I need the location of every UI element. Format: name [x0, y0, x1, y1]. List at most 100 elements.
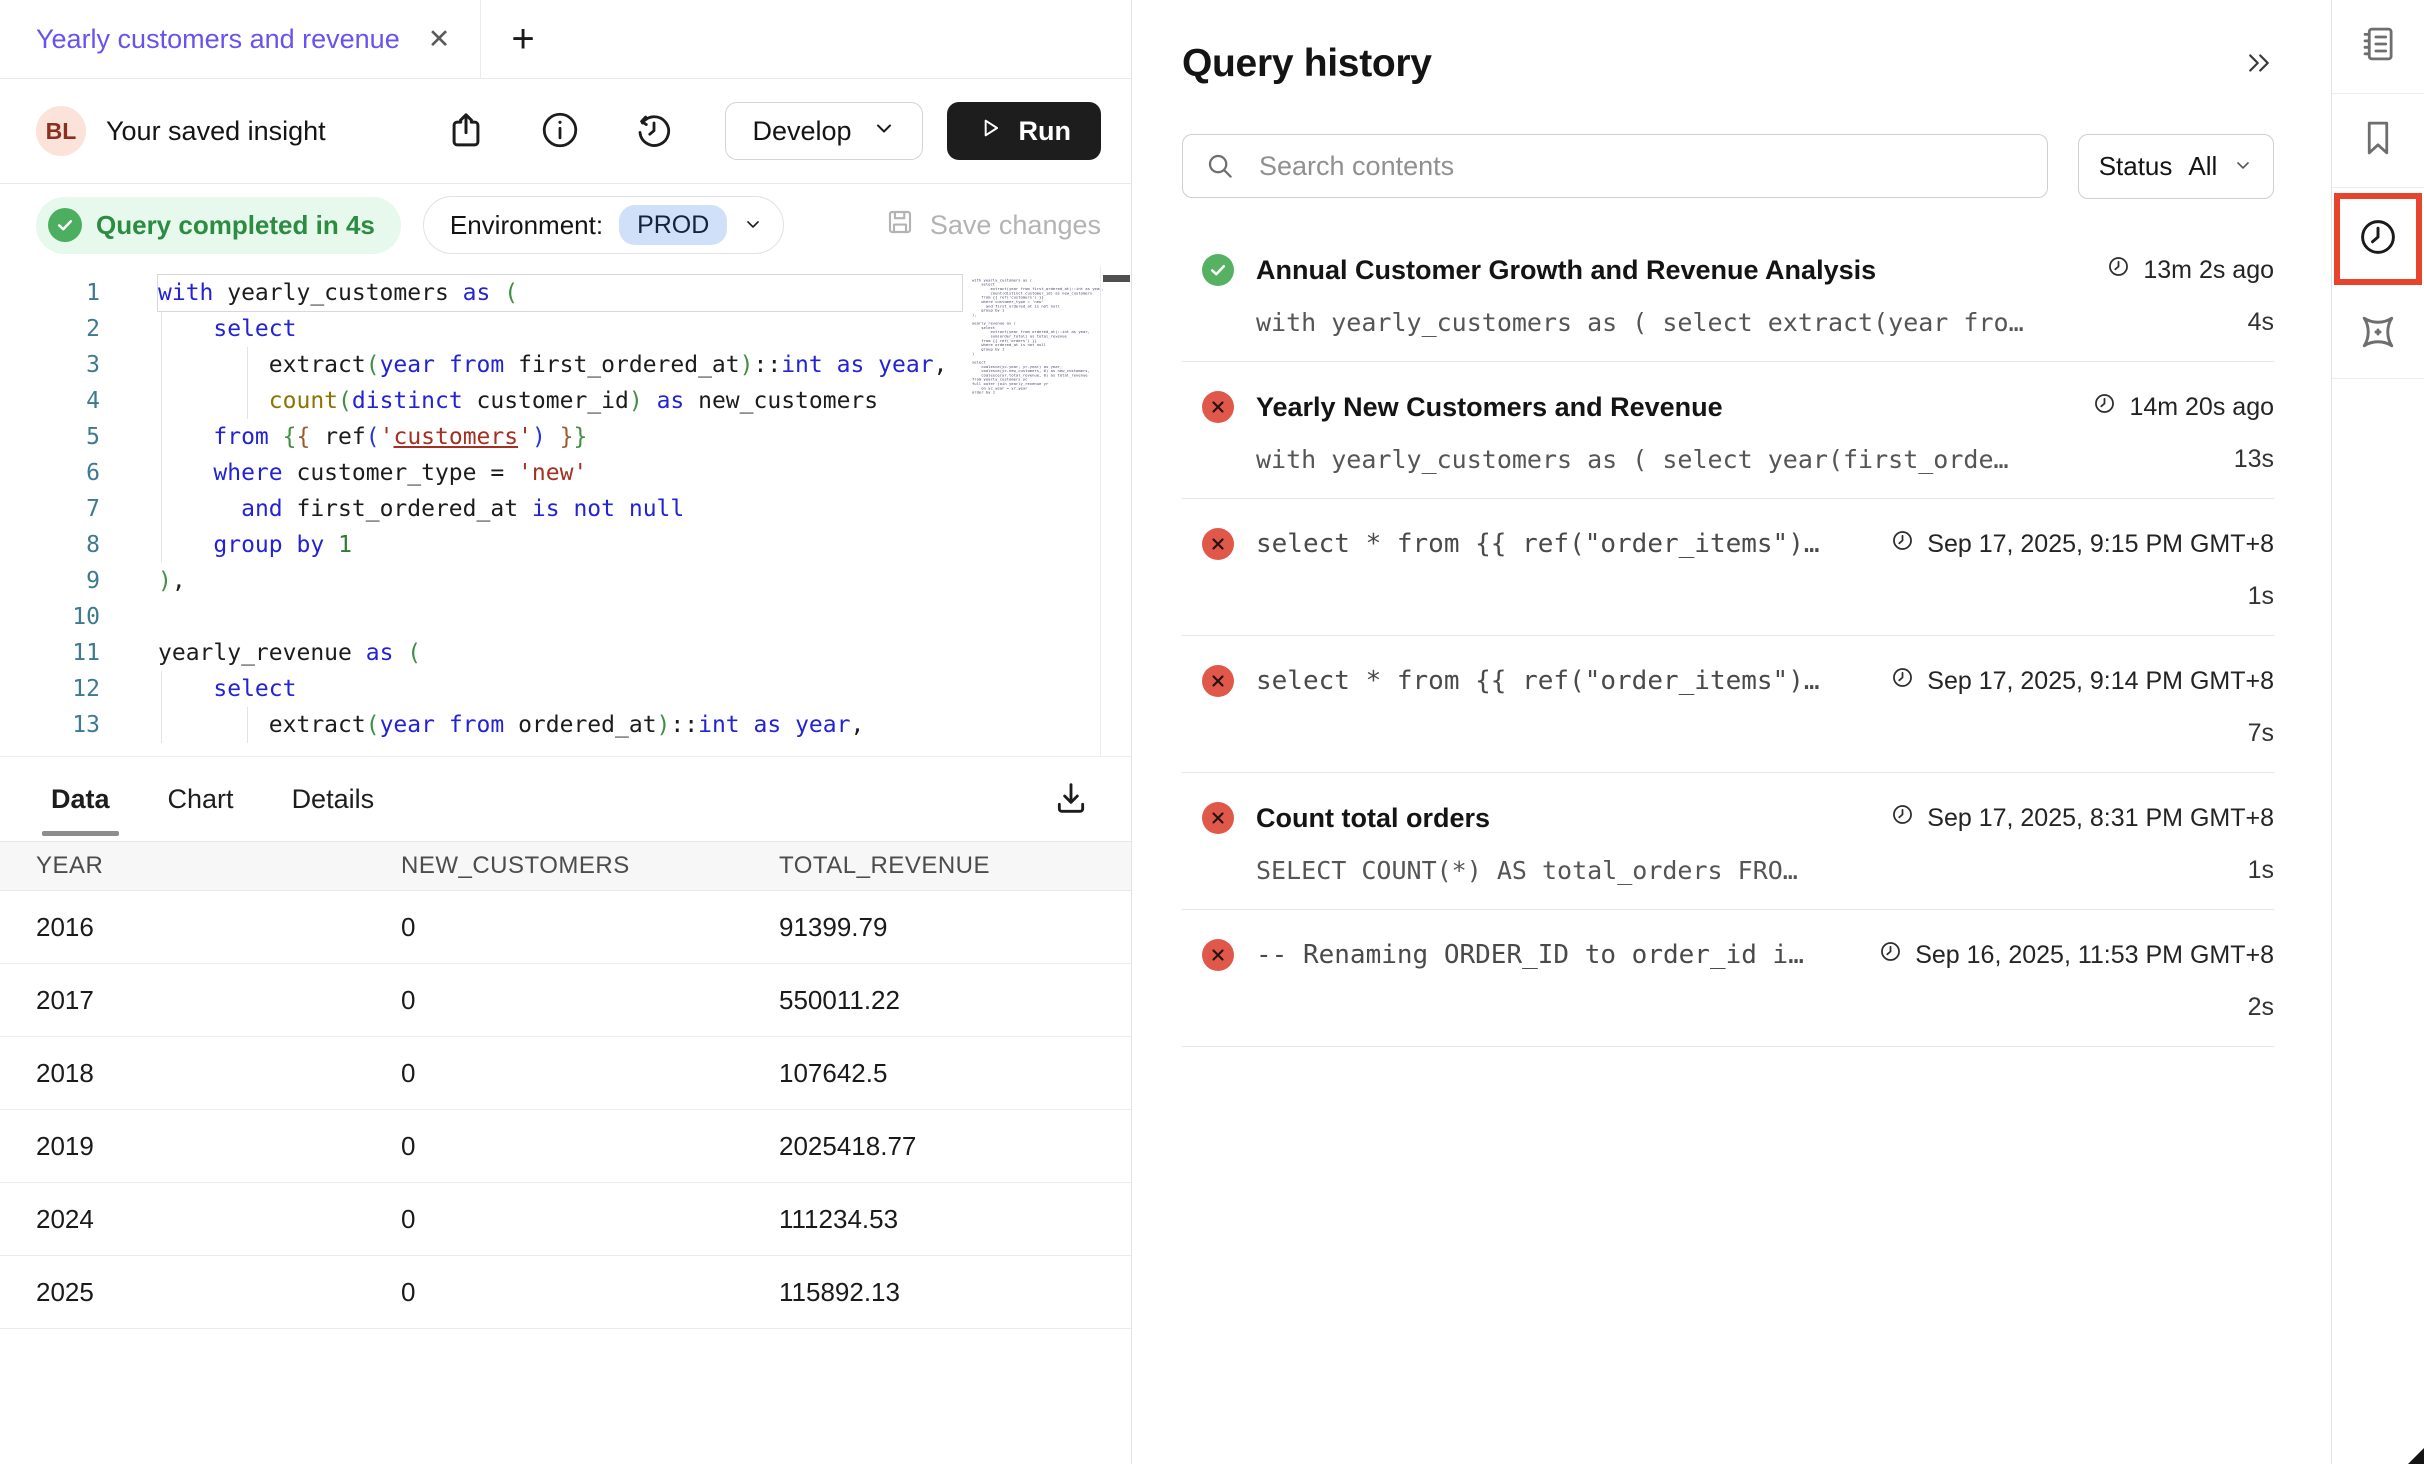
column-header: TOTAL_REVENUE — [778, 842, 1131, 891]
history-controls: Status All — [1182, 134, 2274, 199]
clock-icon — [1878, 939, 1903, 971]
history-item-duration: 2s — [2248, 993, 2274, 1022]
table-cell: 111234.53 — [778, 1183, 1131, 1256]
chevron-down-icon — [872, 116, 896, 147]
history-item[interactable]: select * from {{ ref("order_items")…Sep … — [1182, 499, 2274, 636]
history-item-timestamp: Sep 17, 2025, 9:14 PM GMT+8 — [1890, 665, 2274, 697]
history-item[interactable]: Yearly New Customers and Revenue 14m 20s … — [1182, 362, 2274, 499]
table-row: 201902025418.77 — [0, 1110, 1131, 1183]
table-row: 20180107642.5 — [0, 1037, 1131, 1110]
code-line: group by 1 — [158, 527, 962, 563]
tab-details[interactable]: Details — [292, 784, 375, 815]
history-item-title: Yearly New Customers and Revenue — [1256, 392, 1723, 423]
rail-item-bookmarks[interactable] — [2332, 94, 2424, 188]
download-icon — [1051, 806, 1091, 821]
rail-item-query-history[interactable] — [2332, 188, 2424, 290]
history-item-timestamp: 14m 20s ago — [2092, 391, 2274, 423]
line-number: 5 — [0, 419, 100, 455]
line-number: 4 — [0, 383, 100, 419]
sql-editor[interactable]: 12345678910111213 with yearly_customers … — [0, 266, 1131, 757]
line-number: 2 — [0, 311, 100, 347]
tab-chart[interactable]: Chart — [168, 784, 234, 815]
history-item-timestamp: Sep 16, 2025, 11:53 PM GMT+8 — [1878, 939, 2274, 971]
save-changes-button[interactable]: Save changes — [884, 206, 1101, 245]
editor-minimap[interactable]: with yearly_customers as ( select extrac… — [972, 278, 1102, 739]
environment-value-chip: PROD — [619, 205, 727, 245]
table-cell: 0 — [400, 1110, 778, 1183]
tab-divider — [480, 0, 481, 78]
info-button[interactable] — [537, 108, 583, 154]
status-success-icon — [1202, 254, 1234, 286]
search-input[interactable] — [1183, 135, 2047, 197]
history-item-title: select * from {{ ref("order_items")… — [1256, 529, 1820, 559]
new-tab-button[interactable]: + — [493, 0, 552, 78]
code-line — [158, 599, 962, 635]
code-line: extract(year from first_ordered_at)::int… — [158, 347, 962, 383]
share-button[interactable] — [443, 108, 489, 154]
collapse-panel-button[interactable] — [2244, 48, 2274, 81]
table-cell: 0 — [400, 891, 778, 964]
close-tab-icon[interactable]: ✕ — [428, 26, 451, 53]
table-cell: 0 — [400, 1256, 778, 1329]
query-history-list: Annual Customer Growth and Revenue Analy… — [1182, 225, 2274, 1047]
code-line: where customer_type = 'new' — [158, 455, 962, 491]
query-status-bar: Query completed in 4s Environment: PROD … — [0, 184, 1131, 266]
history-item-title: -- Renaming ORDER_ID to order_id i… — [1256, 940, 1804, 970]
info-icon — [539, 109, 581, 154]
download-results-button[interactable] — [1051, 778, 1091, 821]
line-number: 7 — [0, 491, 100, 527]
results-table: YEARNEW_CUSTOMERSTOTAL_REVENUE 201609139… — [0, 841, 1131, 1329]
history-item[interactable]: -- Renaming ORDER_ID to order_id i… Sep 1… — [1182, 910, 2274, 1047]
table-cell: 2025418.77 — [778, 1110, 1131, 1183]
resize-corner — [2408, 1448, 2424, 1464]
chevron-down-icon — [2233, 151, 2253, 182]
code-line: count(distinct customer_id) as new_custo… — [158, 383, 962, 419]
table-cell: 2024 — [0, 1183, 400, 1256]
history-item[interactable]: Annual Customer Growth and Revenue Analy… — [1182, 225, 2274, 362]
history-item[interactable]: Count total ordersSep 17, 2025, 8:31 PM … — [1182, 773, 2274, 910]
history-item-query-preview: SELECT COUNT(*) AS total_orders FRO… — [1256, 856, 1798, 885]
rail-item-notebook[interactable] — [2332, 0, 2424, 94]
query-status-text: Query completed in 4s — [96, 210, 375, 241]
line-number: 11 — [0, 635, 100, 671]
code-line: from {{ ref('customers') }} — [158, 419, 962, 455]
tab-data[interactable]: Data — [51, 784, 110, 815]
table-cell: 115892.13 — [778, 1256, 1131, 1329]
rail-item-lineage[interactable] — [2332, 290, 2424, 379]
table-cell: 2025 — [0, 1256, 400, 1329]
run-button[interactable]: Run — [947, 102, 1101, 160]
tab-yearly-customers[interactable]: Yearly customers and revenue ✕ — [0, 0, 480, 78]
line-number: 13 — [0, 707, 100, 743]
table-cell: 0 — [400, 1037, 778, 1110]
scrollbar-thumb[interactable] — [1103, 275, 1130, 282]
notebook-icon — [2357, 23, 2399, 70]
column-header: YEAR — [0, 842, 400, 891]
history-item-query-preview: with yearly_customers as ( select year(f… — [1256, 445, 2009, 474]
environment-selector[interactable]: Environment: PROD — [423, 196, 784, 254]
page-title: Query history — [1182, 42, 1432, 86]
clock-icon — [2092, 391, 2117, 423]
history-item[interactable]: select * from {{ ref("order_items")…Sep … — [1182, 636, 2274, 773]
line-number: 6 — [0, 455, 100, 491]
develop-dropdown[interactable]: Develop — [725, 102, 922, 160]
history-item-timestamp: Sep 17, 2025, 8:31 PM GMT+8 — [1890, 802, 2274, 834]
status-error-icon — [1202, 802, 1234, 834]
line-number: 9 — [0, 563, 100, 599]
save-changes-label: Save changes — [930, 210, 1101, 241]
clock-icon — [1890, 802, 1915, 834]
bookmark-icon — [2357, 117, 2399, 164]
save-icon — [884, 206, 916, 245]
version-history-button[interactable] — [631, 108, 677, 154]
code-line: select — [158, 311, 962, 347]
status-filter-dropdown[interactable]: Status All — [2078, 134, 2274, 199]
query-status-badge: Query completed in 4s — [36, 197, 401, 254]
tab-bar: Yearly customers and revenue ✕ + — [0, 0, 1131, 79]
editor-scrollbar[interactable] — [1100, 266, 1131, 756]
table-cell: 2018 — [0, 1037, 400, 1110]
line-number: 10 — [0, 599, 100, 635]
history-clock-icon — [633, 109, 675, 154]
table-row: 20240111234.53 — [0, 1183, 1131, 1256]
column-header: NEW_CUSTOMERS — [400, 842, 778, 891]
table-row: 20250115892.13 — [0, 1256, 1131, 1329]
table-cell: 91399.79 — [778, 891, 1131, 964]
